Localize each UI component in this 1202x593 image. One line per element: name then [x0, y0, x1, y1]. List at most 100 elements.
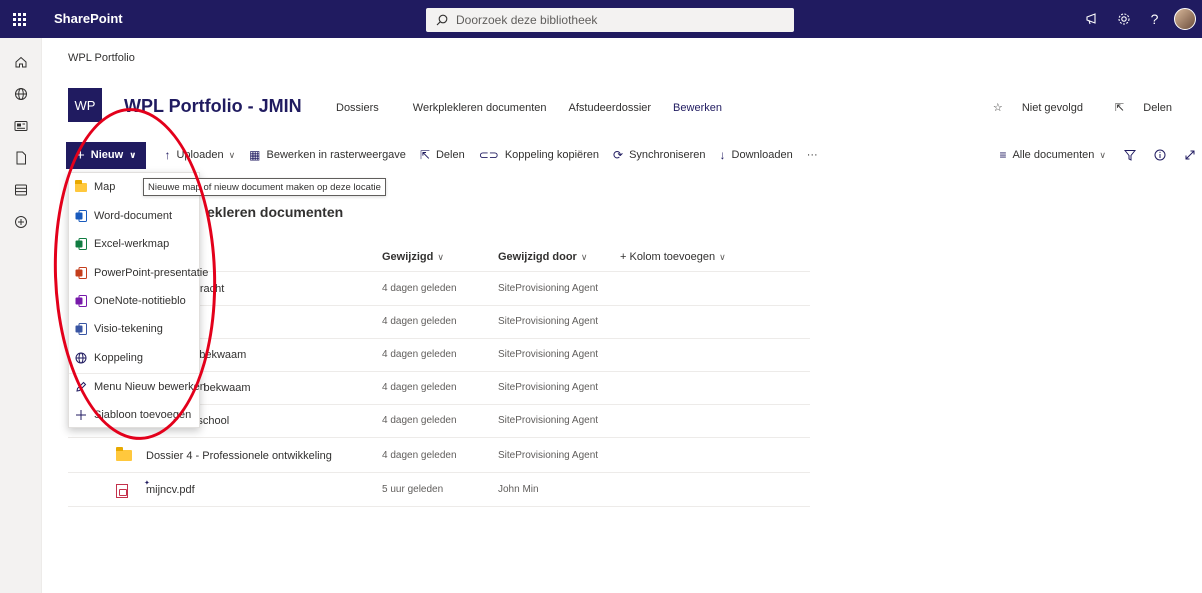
pdf-icon — [116, 484, 128, 501]
link-icon: ⊂⊃ — [478, 148, 499, 162]
breadcrumb[interactable]: WPL Portfolio — [68, 52, 135, 64]
add-column-label: + Kolom toevoegen — [620, 251, 716, 263]
globe-icon — [75, 352, 87, 364]
plus-icon — [75, 409, 87, 421]
menu-item-visio[interactable]: Visio-tekening — [69, 315, 201, 343]
chevron-down-icon: ∨ — [228, 149, 236, 160]
chevron-down-icon: ∨ — [719, 252, 726, 262]
menu-item-label: Koppeling — [94, 352, 143, 364]
view-label: Alle documenten — [1012, 149, 1095, 161]
site-title[interactable]: WPL Portfolio - JMIN — [124, 96, 302, 117]
row-modified: 4 dagen geleden — [382, 382, 457, 393]
download-button[interactable]: ↓ Downloaden — [720, 148, 793, 162]
left-rail — [0, 38, 42, 593]
grid-edit-label: Bewerken in rasterweergave — [266, 149, 406, 161]
share-site-button[interactable]: ⇱ Delen — [1099, 101, 1172, 114]
copy-link-label: Koppeling kopiëren — [504, 149, 600, 161]
menu-item-add-template[interactable]: Sjabloon toevoegen — [69, 401, 201, 429]
nav-afstudeerdossier[interactable]: Afstudeerdossier — [569, 102, 652, 114]
globe-icon[interactable] — [0, 78, 42, 110]
expand-icon[interactable] — [1184, 149, 1196, 161]
menu-item-label: Visio-tekening — [94, 323, 163, 335]
upload-button[interactable]: ↑ Uploaden ∨ — [164, 148, 235, 162]
row-modified: 4 dagen geleden — [382, 450, 457, 461]
upload-icon: ↑ — [164, 148, 171, 162]
share-button[interactable]: ⇱ Delen — [420, 148, 465, 162]
pencil-icon — [75, 381, 87, 393]
menu-item-excel[interactable]: Excel-werkmap — [69, 230, 201, 258]
folder-icon — [116, 447, 132, 464]
menu-item-onenote[interactable]: OneNote-notitieblo — [69, 287, 201, 315]
menu-item-link[interactable]: Koppeling — [69, 344, 201, 372]
column-modified-by-label: Gewijzigd door — [498, 251, 577, 263]
row-name[interactable]: mijncv.pdf — [146, 484, 195, 496]
menu-item-label: Word-document — [94, 210, 173, 222]
new-button-label: Nieuw — [90, 149, 124, 161]
menu-item-label: Map — [94, 181, 116, 193]
copy-link-button[interactable]: ⊂⊃ Koppeling kopiëren — [479, 148, 599, 162]
plus-icon: + — [76, 146, 85, 164]
new-folder-tooltip: Nieuwe map of nieuw document maken op de… — [143, 178, 386, 196]
sync-button[interactable]: ⟳ Synchroniseren — [613, 148, 706, 162]
more-button[interactable]: ··· — [807, 149, 818, 161]
chevron-down-icon: ∨ — [1099, 149, 1106, 160]
menu-item-label: Excel-werkmap — [94, 238, 170, 250]
nav-dossiers[interactable]: Dossiers — [336, 102, 379, 114]
files-icon[interactable] — [0, 142, 42, 174]
site-navigation: Dossiers Werkplekleren documenten Afstud… — [336, 102, 744, 114]
home-icon[interactable] — [0, 46, 42, 78]
menu-item-word[interactable]: Word-document — [69, 202, 201, 230]
create-icon[interactable] — [0, 206, 42, 238]
news-icon[interactable] — [0, 110, 42, 142]
folder-icon — [75, 179, 87, 193]
row-modified-by: SiteProvisioning Agent — [498, 283, 599, 294]
info-icon[interactable] — [1154, 149, 1166, 161]
column-modified[interactable]: Gewijzigd ∨ — [382, 251, 444, 263]
onenote-icon — [75, 295, 87, 307]
column-modified-by[interactable]: Gewijzigd door ∨ — [498, 251, 587, 263]
nav-edit-link[interactable]: Bewerken — [673, 102, 722, 114]
sync-label: Synchroniseren — [629, 149, 706, 161]
lists-icon[interactable] — [0, 174, 42, 206]
row-modified-by: SiteProvisioning Agent — [498, 382, 599, 393]
menu-item-edit-new-menu[interactable]: Menu Nieuw bewerken — [69, 373, 206, 401]
row-name[interactable]: Dossier 4 - Professionele ontwikkeling — [146, 450, 332, 462]
table-row[interactable]: Dossier 4 - Professionele ontwikkeling 4… — [68, 440, 810, 473]
row-modified: 4 dagen geleden — [382, 316, 457, 327]
download-label: Downloaden — [731, 149, 793, 161]
search-icon — [436, 14, 448, 26]
filter-icon[interactable] — [1124, 149, 1136, 161]
share-label: Delen — [435, 149, 465, 161]
share-icon: ⇱ — [419, 148, 430, 162]
app-name[interactable]: SharePoint — [54, 11, 123, 26]
help-icon[interactable]: ? — [1139, 0, 1170, 38]
upload-label: Uploaden — [176, 149, 224, 161]
row-modified: 5 uur geleden — [382, 484, 444, 495]
share-site-label: Delen — [1143, 102, 1172, 114]
add-column-button[interactable]: + Kolom toevoegen ∨ — [620, 251, 726, 263]
waffle-icon[interactable] — [0, 0, 38, 38]
view-switcher[interactable]: ≡ Alle documenten ∨ — [999, 148, 1106, 162]
search-placeholder: Doorzoek deze bibliotheek — [456, 13, 598, 27]
sync-icon: ⟳ — [613, 148, 624, 162]
follow-label: Niet gevolgd — [1021, 102, 1083, 114]
new-button[interactable]: + Nieuw ∨ — [66, 141, 147, 169]
grid-edit-button[interactable]: ▦ Bewerken in rasterweergave — [249, 148, 406, 162]
menu-item-powerpoint[interactable]: PowerPoint-presentatie — [69, 259, 208, 287]
word-icon — [75, 210, 87, 222]
row-modified: 4 dagen geleden — [382, 283, 457, 294]
star-icon: ☆ — [992, 102, 1003, 114]
nav-werkplekleren-documenten[interactable]: Werkplekleren documenten — [413, 102, 547, 114]
gear-icon[interactable] — [1108, 0, 1139, 38]
table-row[interactable]: ✦ mijncv.pdf 5 uur geleden John Min — [68, 474, 810, 507]
site-logo[interactable]: WP — [68, 88, 102, 122]
menu-item-label: OneNote-notitieblo — [94, 295, 186, 307]
chevron-down-icon: ∨ — [437, 252, 444, 262]
new-menu: Map Word-document Excel-werkmap PowerPoi… — [68, 172, 208, 429]
search-input[interactable]: Doorzoek deze bibliotheek — [426, 8, 794, 32]
avatar[interactable] — [1174, 8, 1196, 30]
follow-button[interactable]: ☆ Niet gevolgd — [977, 101, 1083, 114]
megaphone-icon[interactable] — [1077, 0, 1108, 38]
menu-item-label: Sjabloon toevoegen — [94, 409, 192, 421]
column-modified-label: Gewijzigd — [382, 251, 434, 263]
